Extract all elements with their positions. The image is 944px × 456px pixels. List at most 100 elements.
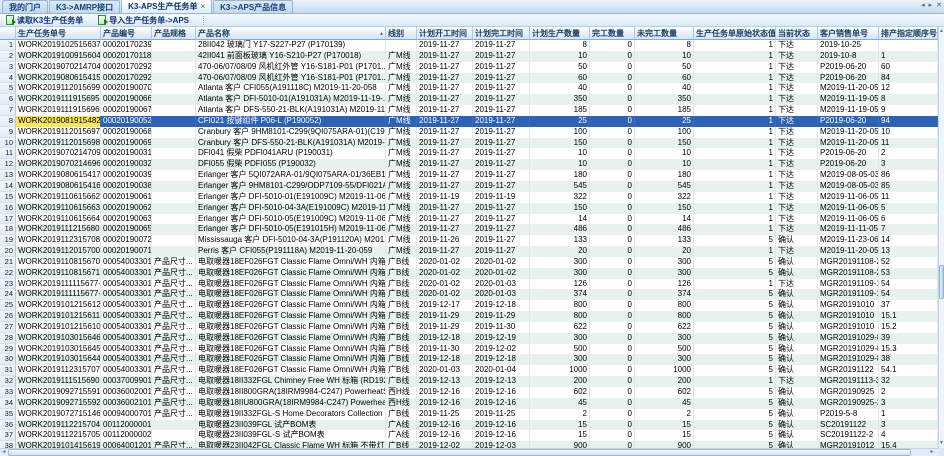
cell-schedule-seq-no[interactable]: 54.1 bbox=[879, 365, 938, 376]
cell-line[interactable]: 广M线 bbox=[386, 83, 417, 94]
cell-rownum[interactable]: 2 bbox=[0, 51, 16, 62]
cell-task-no[interactable]: WORK2019110615664 bbox=[16, 214, 101, 225]
cell-plan-finish-date[interactable]: 2019-11-27 bbox=[473, 62, 530, 73]
cell-current-status[interactable]: 下达 bbox=[776, 116, 818, 127]
cell-original-status-value[interactable]: 5 bbox=[694, 311, 776, 322]
table-row[interactable]: 16WORK201911061566300020190062CErlanger … bbox=[0, 203, 938, 214]
cell-task-no[interactable]: WORK2019080615415 bbox=[16, 73, 101, 84]
cell-original-status-value[interactable]: 5 bbox=[694, 398, 776, 409]
cell-product-code[interactable]: 00020170292B bbox=[101, 73, 152, 84]
cell-unfinished-qty[interactable]: 300 bbox=[635, 354, 694, 365]
cell-product-code[interactable]: 00020190063C bbox=[101, 214, 152, 225]
cell-sales-order-no[interactable]: P2019-06-20 bbox=[818, 73, 879, 84]
cell-product-spec[interactable] bbox=[152, 127, 196, 138]
cell-plan-qty[interactable]: 15 bbox=[530, 430, 590, 441]
cell-rownum[interactable]: 26 bbox=[0, 311, 16, 322]
cell-plan-start-date[interactable]: 2019-12-13 bbox=[417, 376, 473, 387]
cell-plan-start-date[interactable]: 2019-12-17 bbox=[417, 300, 473, 311]
cell-sales-order-no[interactable]: MGR20191029-8 bbox=[818, 354, 879, 365]
cell-unfinished-qty[interactable]: 2 bbox=[635, 409, 694, 420]
cell-plan-finish-date[interactable]: 2019-11-27 bbox=[473, 73, 530, 84]
column-header-task-no[interactable]: 生产任务单号 bbox=[16, 27, 101, 40]
cell-plan-start-date[interactable]: 2019-11-27 bbox=[417, 40, 473, 51]
cell-schedule-seq-no[interactable]: 94 bbox=[879, 116, 938, 127]
cell-product-spec[interactable]: 产品尺寸... bbox=[152, 365, 196, 376]
cell-sales-order-no[interactable]: M2019-11-20-057 bbox=[818, 138, 879, 149]
cell-current-status[interactable]: 确认 bbox=[776, 387, 818, 398]
cell-product-spec[interactable] bbox=[152, 73, 196, 84]
cell-unfinished-qty[interactable]: 150 bbox=[635, 138, 694, 149]
cell-sales-order-no[interactable]: M2019-11-06-053 bbox=[818, 192, 879, 203]
cell-product-code[interactable]: 00020190061C bbox=[101, 192, 152, 203]
cell-product-name[interactable]: 电取暖器18EF026FGT Classic Flame Omni/WH 内箱 … bbox=[196, 289, 386, 300]
cell-plan-qty[interactable]: 14 bbox=[530, 214, 590, 225]
cell-current-status[interactable]: 下达 bbox=[776, 138, 818, 149]
table-row[interactable]: 32WORK201911151569000037009901A产品尺寸...电取… bbox=[0, 376, 938, 387]
cell-rownum[interactable]: 12 bbox=[0, 159, 16, 170]
cell-product-code[interactable]: 00036002101A bbox=[101, 398, 152, 409]
cell-task-no[interactable]: WORK2019101215612 bbox=[16, 300, 101, 311]
cell-unfinished-qty[interactable]: 10 bbox=[635, 148, 694, 159]
cell-product-name[interactable]: Erlanger 客户 DFI-5010-05(E191009C) M2019-… bbox=[196, 214, 386, 225]
cell-product-name[interactable]: 470-06/07/08/09 风机红外管 Y16-S181-P01 (P170… bbox=[196, 62, 386, 73]
cell-schedule-seq-no[interactable]: 2 bbox=[879, 148, 938, 159]
cell-schedule-seq-no[interactable]: 15.2 bbox=[879, 322, 938, 333]
cell-sales-order-no[interactable]: M2019-11-19-056 bbox=[818, 105, 879, 116]
cell-product-spec[interactable] bbox=[152, 170, 196, 181]
table-row[interactable]: 27WORK201910121561000054003301A产品尺寸...电取… bbox=[0, 322, 938, 333]
cell-product-code[interactable]: 00054003301A bbox=[101, 354, 152, 365]
table-row[interactable]: 3WORK201907021470400020170292B470-06/07/… bbox=[0, 62, 938, 73]
cell-finished-qty[interactable]: 0 bbox=[590, 376, 635, 387]
table-row[interactable]: 17WORK201911061566400020190063CErlanger … bbox=[0, 214, 938, 225]
cell-task-no[interactable]: WORK2019080615416 bbox=[16, 181, 101, 192]
cell-current-status[interactable]: 下达 bbox=[776, 83, 818, 94]
table-row[interactable]: 26WORK201910121561100054003301A产品尺寸...电取… bbox=[0, 311, 938, 322]
cell-finished-qty[interactable]: 0 bbox=[590, 159, 635, 170]
cell-current-status[interactable]: 确认 bbox=[776, 365, 818, 376]
cell-product-name[interactable]: 电取暖器18II800GRA(18IRM9984-C247) Powerheat… bbox=[196, 387, 386, 398]
cell-sales-order-no[interactable]: MGR20191108-2 bbox=[818, 257, 879, 268]
cell-product-name[interactable]: 电取暖器23II039FGL-S 试产BOM表 bbox=[196, 430, 386, 441]
tab-scroll-right-icon[interactable]: ▸ bbox=[929, 1, 933, 10]
cell-plan-qty[interactable]: 126 bbox=[530, 279, 590, 290]
cell-line[interactable]: 广M线 bbox=[386, 73, 417, 84]
cell-product-name[interactable]: 电取暖器18EF026FGT Classic Flame Omni/WH 内箱 … bbox=[196, 322, 386, 333]
cell-plan-finish-date[interactable]: 2019-11-30 bbox=[473, 322, 530, 333]
cell-current-status[interactable]: 确认 bbox=[776, 311, 818, 322]
cell-task-no[interactable]: WORK2019070214704 bbox=[16, 62, 101, 73]
cell-finished-qty[interactable]: 0 bbox=[590, 289, 635, 300]
cell-rownum[interactable]: 9 bbox=[0, 127, 16, 138]
cell-task-no[interactable]: WORK2019110815671 bbox=[16, 268, 101, 279]
cell-task-no[interactable]: WORK2019072715146 bbox=[16, 409, 101, 420]
cell-finished-qty[interactable]: 0 bbox=[590, 354, 635, 365]
cell-plan-qty[interactable]: 150 bbox=[530, 203, 590, 214]
cell-product-name[interactable]: 电取暖器18EF026FGT Classic Flame Omni/WH 内箱 … bbox=[196, 279, 386, 290]
cell-task-no[interactable]: WORK2019111915695 bbox=[16, 94, 101, 105]
cell-product-spec[interactable] bbox=[152, 246, 196, 257]
cell-unfinished-qty[interactable]: 300 bbox=[635, 268, 694, 279]
column-header-product-name[interactable]: 产品名称▴ bbox=[196, 27, 386, 40]
cell-schedule-seq-no[interactable]: 14 bbox=[879, 235, 938, 246]
cell-rownum[interactable]: 14 bbox=[0, 181, 16, 192]
cell-sales-order-no[interactable]: MGR20191029-8 bbox=[818, 344, 879, 355]
cell-plan-qty[interactable]: 300 bbox=[530, 257, 590, 268]
cell-original-status-value[interactable]: 1 bbox=[694, 214, 776, 225]
cell-sales-order-no[interactable]: MGR20191113-3 bbox=[818, 376, 879, 387]
cell-line[interactable]: 广B线 bbox=[386, 333, 417, 344]
table-row[interactable]: 20WORK201911201570000020190071CPerris 客户… bbox=[0, 246, 938, 257]
cell-plan-qty[interactable]: 185 bbox=[530, 105, 590, 116]
cell-plan-finish-date[interactable]: 2019-12-16 bbox=[473, 430, 530, 441]
cell-sales-order-no[interactable]: P2019-06-20 bbox=[818, 159, 879, 170]
cell-plan-qty[interactable]: 900 bbox=[530, 441, 590, 448]
cell-product-spec[interactable]: 产品尺寸... bbox=[152, 333, 196, 344]
cell-product-name[interactable]: Erlanger 客户 DFI-5010-01(E191009C) M2019-… bbox=[196, 192, 386, 203]
cell-plan-qty[interactable]: 545 bbox=[530, 181, 590, 192]
cell-sales-order-no[interactable]: M2019-08-05-033 bbox=[818, 170, 879, 181]
cell-finished-qty[interactable]: 0 bbox=[590, 409, 635, 420]
tab-1[interactable]: 我的门户 bbox=[2, 0, 48, 13]
cell-plan-qty[interactable]: 200 bbox=[530, 376, 590, 387]
cell-product-spec[interactable] bbox=[152, 40, 196, 51]
cell-line[interactable]: 广M线 bbox=[386, 181, 417, 192]
cell-unfinished-qty[interactable]: 15 bbox=[635, 430, 694, 441]
cell-finished-qty[interactable]: 0 bbox=[590, 300, 635, 311]
